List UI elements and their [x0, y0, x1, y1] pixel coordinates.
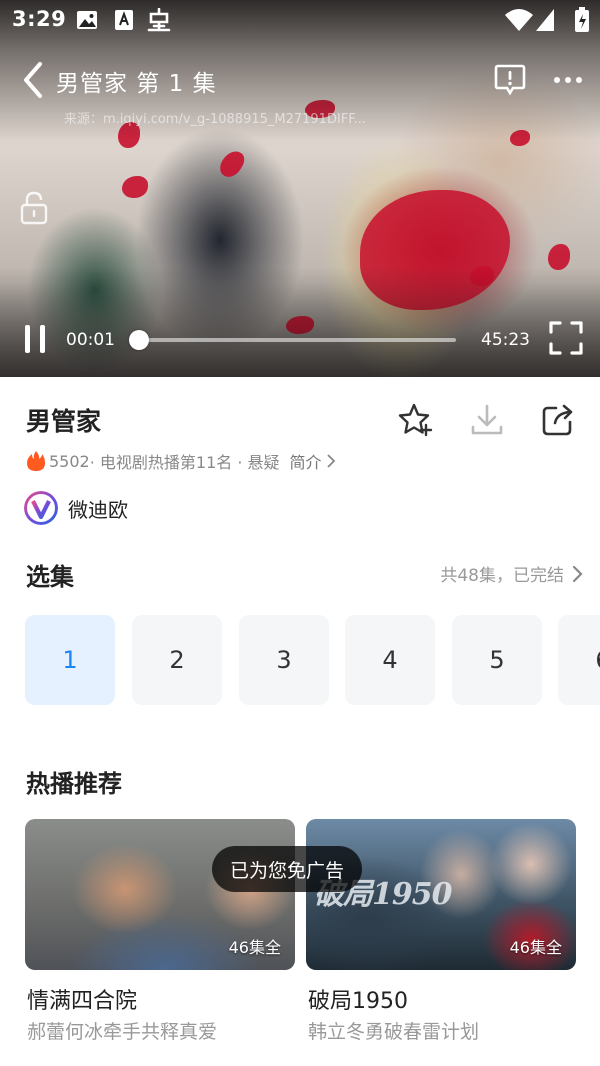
episode-count: 46集全 [228, 938, 281, 957]
video-watermark: 来源：m.iqiyi.com/v_g-1088915_M27191DIFF... [64, 112, 367, 127]
publisher-logo-icon [24, 491, 58, 525]
text-notification-icon [115, 10, 133, 30]
episode-item[interactable]: 5 [452, 615, 542, 705]
more-options-icon[interactable] [552, 68, 584, 92]
seek-bar[interactable] [140, 338, 456, 342]
show-meta: · 电视剧热播第11名 · 悬疑 [89, 453, 280, 472]
episode-item[interactable]: 2 [132, 615, 222, 705]
episode-item[interactable]: 1 [25, 615, 115, 705]
recommend-poster[interactable]: 破局1950 46集全 [306, 819, 576, 970]
show-meta-row: 5502 · 电视剧热播第11名 · 悬疑 简介 [26, 450, 336, 472]
ad-free-toast: 已为您免广告 [212, 846, 362, 892]
show-title: 男管家 [26, 407, 102, 436]
status-bar: 3:29 [0, 0, 600, 42]
favorite-add-icon[interactable] [397, 402, 433, 438]
total-time: 45:23 [481, 330, 530, 350]
episode-count: 46集全 [509, 938, 562, 957]
episode-summary: 共48集，已完结 [440, 566, 564, 586]
recommend-poster[interactable]: 46集全 [25, 819, 295, 970]
recommend-desc: 郝蕾何冰牵手共释真爱 [27, 1021, 218, 1043]
petal-decoration [122, 176, 148, 198]
publisher[interactable]: 微迪欧 [24, 491, 128, 525]
wifi-icon [505, 9, 533, 31]
seek-thumb[interactable] [129, 330, 149, 350]
battery-icon [575, 7, 589, 32]
petal-decoration [216, 146, 248, 182]
share-icon[interactable] [540, 402, 576, 438]
episode-item[interactable]: 6 [558, 615, 600, 705]
status-time: 3:29 [12, 7, 67, 31]
report-icon[interactable] [494, 63, 526, 97]
gallery-notification-icon [77, 11, 97, 29]
episode-list[interactable]: 1 2 3 4 5 6 [25, 615, 600, 705]
heat-score: 5502 [49, 451, 90, 471]
app-notification-icon [147, 8, 171, 32]
episode-item[interactable]: 4 [345, 615, 435, 705]
episode-summary-link[interactable]: 共48集，已完结 [440, 561, 584, 586]
download-icon[interactable] [469, 402, 505, 438]
chevron-right-icon[interactable] [326, 454, 336, 468]
screen-lock-icon[interactable] [18, 190, 50, 226]
video-bottom-gradient [0, 267, 600, 377]
publisher-name: 微迪欧 [68, 497, 128, 522]
episodes-section-title: 选集 [26, 563, 74, 591]
recommend-desc: 韩立冬勇破春雷计划 [308, 1021, 480, 1043]
fullscreen-icon[interactable] [548, 320, 584, 356]
fire-icon [27, 451, 45, 471]
video-player[interactable]: 3:29 男管家 第 1 集 来源：m.iqiyi.com/v_g-108891… [0, 0, 600, 377]
recommend-card[interactable]: 46集全 情满四合院 郝蕾何冰牵手共释真爱 [25, 819, 295, 1043]
recommend-card[interactable]: 破局1950 46集全 破局1950 韩立冬勇破春雷计划 [306, 819, 576, 1043]
pause-icon[interactable] [22, 322, 48, 356]
signal-icon [536, 9, 554, 31]
back-icon[interactable] [18, 60, 52, 100]
recommend-section-title: 热播推荐 [26, 770, 122, 798]
recommend-title[interactable]: 破局1950 [308, 983, 408, 1015]
episode-item[interactable]: 3 [239, 615, 329, 705]
intro-link[interactable]: 简介 [290, 449, 322, 473]
current-time: 00:01 [66, 330, 115, 350]
recommend-title[interactable]: 情满四合院 [27, 983, 137, 1015]
chevron-right-icon [572, 565, 583, 582]
video-title: 男管家 第 1 集 [56, 71, 217, 97]
